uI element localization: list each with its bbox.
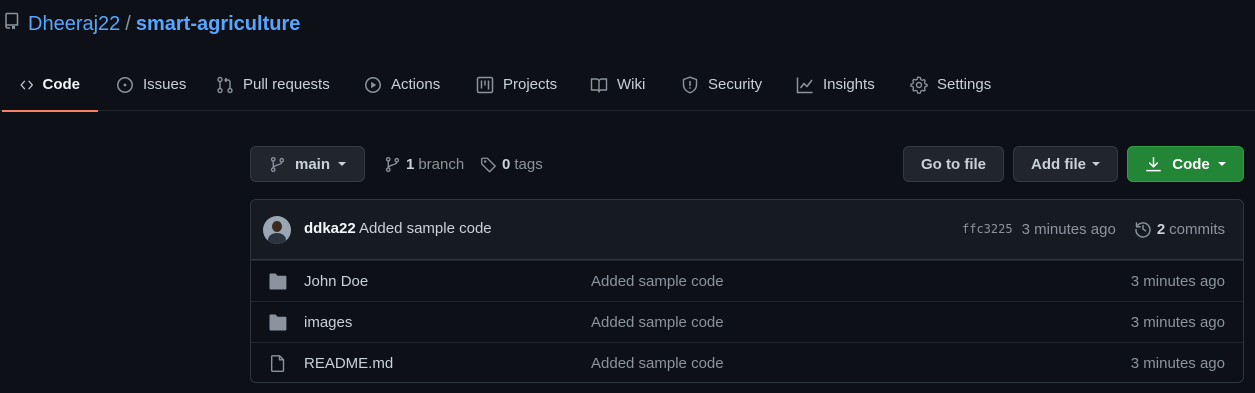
play-icon [365,76,381,93]
repo-name-link[interactable]: smart-agriculture [136,13,301,35]
graph-icon [796,77,813,93]
tag-count: 0 [502,155,511,173]
avatar[interactable] [263,216,291,244]
tab-security[interactable]: Security [681,58,762,111]
tab-settings[interactable]: Settings [910,58,991,111]
code-download-button[interactable]: Code [1127,146,1244,182]
gear-icon [910,76,928,94]
file-age: 3 minutes ago [1130,355,1225,372]
branch-icon [270,156,285,172]
tab-label: Issues [143,76,187,93]
tab-projects[interactable]: Projects [476,58,557,111]
latest-commit-row: ddka22 Added sample code ffc3225 3 minut… [251,200,1243,260]
add-file-button[interactable]: Add file [1013,146,1118,182]
history-icon [1135,222,1151,238]
repo-separator: / [125,13,131,35]
commit-author-link[interactable]: ddka22 [304,220,356,237]
issue-icon [117,76,133,93]
tab-label: Projects [503,76,558,93]
tab-label: Code [42,76,81,93]
tab-issues[interactable]: Issues [116,58,186,111]
commit-details: ffc3225 3 minutes ago 2 commits [962,220,1225,238]
tab-label: Insights [823,76,875,93]
branch-select-button[interactable]: main [250,146,365,182]
chevron-down-icon [1092,162,1100,166]
file-icon [271,355,285,372]
file-age: 3 minutes ago [1130,314,1225,331]
code-icon [20,80,34,89]
commit-time: 3 minutes ago [1021,220,1116,238]
tab-pull-requests[interactable]: Pull requests [216,58,330,111]
book-icon [590,77,608,93]
branch-name: main [294,155,330,173]
tab-label: Wiki [617,76,646,93]
tag-label: tags [514,155,543,173]
branches-link[interactable]: 1 branch [384,146,464,182]
tag-icon [481,157,496,172]
project-icon [476,76,494,93]
repo-title: Dheeraj22/smart-agriculture [28,10,300,38]
file-navigation-toolbar: main 1 branch 0 tags Go to file Add file… [250,146,1244,183]
file-commit-message-link[interactable]: Added sample code [591,273,724,290]
commit-count-label: commits [1169,220,1225,238]
chevron-down-icon [1217,162,1226,166]
branch-label: branch [418,155,465,173]
file-age: 3 minutes ago [1130,273,1225,290]
repo-owner-link[interactable]: Dheeraj22 [28,13,120,35]
commit-sha-link[interactable]: ffc3225 [962,222,1013,236]
pull-request-icon [217,76,233,93]
tags-link[interactable]: 0 tags [480,146,543,182]
file-name-link[interactable]: README.md [304,355,393,372]
commits-history-link[interactable]: 2 commits [1134,220,1225,238]
file-list: ddka22 Added sample code ffc3225 3 minut… [250,199,1244,383]
chevron-down-icon [338,162,346,166]
tab-label: Pull requests [243,76,330,93]
repo-icon [5,12,19,30]
branch-icon [385,156,400,172]
folder-icon [269,314,287,331]
latest-commit: ddka22 Added sample code [304,220,492,237]
tab-label: Security [708,76,763,93]
tab-wiki[interactable]: Wiki [590,58,645,111]
tab-label: Settings [937,76,992,93]
tab-actions[interactable]: Actions [364,58,440,111]
go-to-file-button[interactable]: Go to file [903,146,1004,182]
commit-message-link[interactable]: Added sample code [359,220,492,237]
file-name-link[interactable]: images [304,314,352,331]
repo-header: Dheeraj22/smart-agriculture [0,0,1255,48]
repo-tabs: Code Issues Pull requests Actions Projec… [0,58,1255,112]
file-commit-message-link[interactable]: Added sample code [591,355,724,372]
tab-insights[interactable]: Insights [796,58,875,111]
tab-label: Actions [391,76,441,93]
folder-icon [269,273,287,290]
file-name-link[interactable]: John Doe [304,273,368,290]
shield-icon [682,76,698,93]
file-row-images[interactable]: images Added sample code 3 minutes ago [251,301,1243,342]
file-row-readme[interactable]: README.md Added sample code 3 minutes ag… [251,342,1243,382]
code-button-label: Code [1172,155,1210,173]
file-commit-message-link[interactable]: Added sample code [591,314,724,331]
download-icon [1146,156,1162,171]
branch-count: 1 [406,155,415,173]
file-row-john-doe[interactable]: John Doe Added sample code 3 minutes ago [251,260,1243,301]
add-file-label: Add file [1031,155,1086,173]
tab-code[interactable]: Code [2,58,98,112]
commit-count: 2 [1156,220,1166,238]
